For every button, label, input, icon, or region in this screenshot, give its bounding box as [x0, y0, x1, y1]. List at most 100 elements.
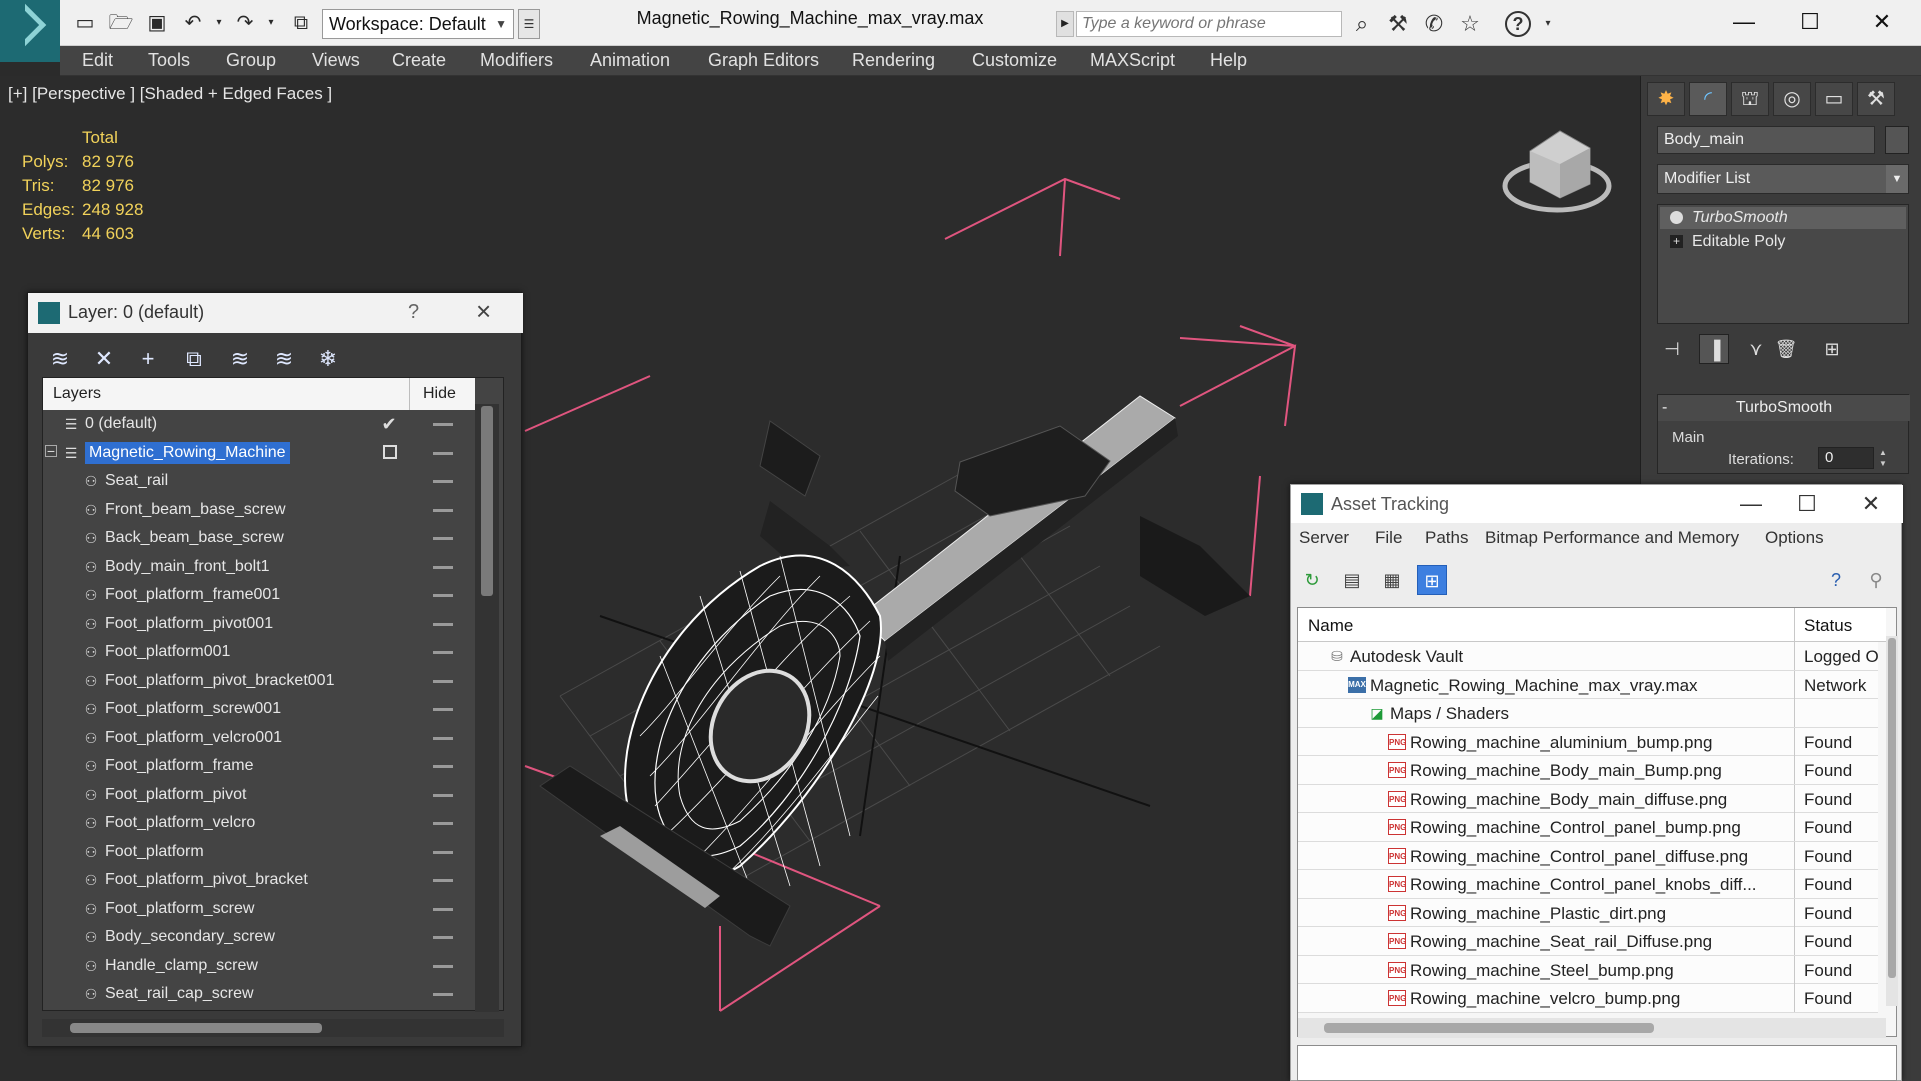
asset-row[interactable]: PNG Rowing_machine_Control_panel_bump.png… [1298, 813, 1878, 842]
scrollbar-thumb[interactable] [1888, 638, 1896, 978]
motion-tab-icon[interactable]: ◎ [1773, 82, 1811, 116]
list-view-icon[interactable]: ▤ [1337, 565, 1367, 595]
hide-toggle-icon[interactable] [433, 594, 453, 597]
scrollbar-thumb[interactable] [70, 1023, 322, 1033]
undo-icon[interactable]: ↶ [180, 10, 206, 36]
layer-row[interactable]: ⚇ Foot_platform_pivot [43, 781, 475, 810]
hide-toggle-icon[interactable] [433, 651, 453, 654]
redo-icon[interactable]: ↷ [232, 10, 258, 36]
hide-toggle-icon[interactable] [433, 622, 453, 626]
asset-menu-paths[interactable]: Paths [1425, 528, 1468, 548]
stack-item-editable-poly[interactable]: + Editable Poly [1660, 231, 1906, 253]
add-to-layer-icon[interactable]: + [132, 343, 164, 375]
asset-row[interactable]: PNG Rowing_machine_Body_main_diffuse.png F… [1298, 784, 1878, 813]
help-icon[interactable]: ? [408, 301, 419, 324]
show-end-result-icon[interactable]: ▐ [1699, 334, 1729, 364]
hide-toggle-icon[interactable] [433, 850, 453, 854]
binoculars-icon[interactable]: ⌕ [1348, 10, 1376, 38]
collapse-minus-icon[interactable]: − [45, 444, 57, 458]
minimize-icon[interactable]: — [1723, 487, 1779, 521]
hide-toggle-icon[interactable] [433, 793, 453, 797]
layer-row[interactable]: ⚇ Foot_platform_velcro001 [43, 724, 475, 753]
search-expand-icon[interactable]: ▶ [1056, 11, 1074, 37]
redo-dropdown-icon[interactable]: ▾ [258, 10, 284, 36]
make-active-layer-icon[interactable] [383, 444, 397, 459]
help-dropdown-icon[interactable]: ▾ [1534, 10, 1562, 38]
menu-views[interactable]: Views [312, 50, 360, 71]
close-icon[interactable]: ✕ [1852, 4, 1912, 40]
hide-toggle-icon[interactable] [433, 508, 453, 512]
communication-center-icon[interactable]: ✆ [1420, 10, 1448, 38]
hide-toggle-icon[interactable] [433, 993, 453, 996]
asset-menu-file[interactable]: File [1375, 528, 1402, 548]
column-name[interactable]: Name [1308, 616, 1353, 636]
asset-row[interactable]: ⛁ Autodesk Vault Logged Out [1298, 642, 1878, 671]
hide-toggle-icon[interactable] [433, 907, 453, 911]
menu-tools[interactable]: Tools [148, 50, 190, 71]
layer-row[interactable]: ⚇ Front_beam_base_screw [43, 496, 475, 525]
layer-row[interactable]: ⚇ Foot_platform_pivot001 [43, 610, 475, 639]
utilities-tab-icon[interactable]: ⚒ [1857, 82, 1895, 116]
asset-row[interactable]: PNG Rowing_machine_velcro_bump.png Found [1298, 984, 1878, 1013]
layer-row[interactable]: ⚇ Foot_platform_screw [43, 895, 475, 924]
layer-row[interactable]: ⚇ Foot_platform_frame [43, 752, 475, 781]
open-folder-icon[interactable]: 🗁 [108, 10, 134, 36]
asset-menu-options[interactable]: Options [1765, 528, 1824, 548]
pin-icon[interactable]: ⚲ [1861, 565, 1891, 595]
hide-toggle-icon[interactable] [433, 936, 453, 939]
active-layer-check-icon[interactable]: ✔ [381, 415, 397, 433]
hide-toggle-icon[interactable] [433, 736, 453, 740]
menu-rendering[interactable]: Rendering [852, 50, 935, 71]
asset-row[interactable]: PNG Rowing_machine_Seat_rail_Diffuse.png F… [1298, 927, 1878, 956]
wrench-icon[interactable]: ⚒ [1384, 10, 1412, 38]
new-file-icon[interactable]: ▭ [72, 10, 98, 36]
layer-row[interactable]: ⚇ Foot_platform001 [43, 638, 475, 667]
asset-row[interactable]: PNG Rowing_machine_Control_panel_knobs_di… [1298, 870, 1878, 899]
rollout-collapse-icon[interactable]: - [1662, 395, 1667, 421]
layer-row[interactable]: ⚇ Handle_clamp_screw [43, 952, 475, 981]
highlight-layer-icon[interactable]: ≋ [224, 343, 256, 375]
configure-modifier-sets-icon[interactable]: ⊞ [1817, 334, 1847, 364]
asset-row[interactable]: MAX Magnetic_Rowing_Machine_max_vray.max N… [1298, 670, 1878, 699]
menu-maxscript[interactable]: MAXScript [1090, 50, 1175, 71]
new-layer-icon[interactable]: ≋ [44, 343, 76, 375]
layer-row[interactable]: ⚇ Seat_rail [43, 467, 475, 496]
asset-vertical-scrollbar[interactable] [1886, 636, 1898, 1006]
modify-tab-icon[interactable]: ◜ [1689, 82, 1727, 116]
favorites-star-icon[interactable]: ☆ [1456, 10, 1484, 38]
workspace-menu-icon[interactable]: ☰ [518, 9, 540, 39]
maximize-icon[interactable]: ☐ [1780, 4, 1840, 40]
scrollbar-thumb[interactable] [1324, 1023, 1654, 1033]
asset-row[interactable]: PNG Rowing_machine_Steel_bump.png Found [1298, 955, 1878, 984]
hide-toggle-icon[interactable] [433, 708, 453, 711]
layer-row[interactable]: ⚇ Foot_platform_pivot_bracket001 [43, 667, 475, 696]
asset-horizontal-scrollbar[interactable] [1298, 1018, 1886, 1038]
menu-graph-editors[interactable]: Graph Editors [708, 50, 819, 71]
hide-toggle-icon[interactable] [433, 822, 453, 825]
layer-row[interactable]: ⚇ Foot_platform_pivot_bracket [43, 866, 475, 895]
help-icon[interactable]: ? [1821, 565, 1851, 595]
column-layers[interactable]: Layers [53, 385, 101, 403]
hierarchy-tab-icon[interactable]: ⛫ [1731, 82, 1769, 116]
search-input[interactable] [1076, 11, 1342, 37]
iterations-input[interactable]: 0 [1818, 447, 1874, 469]
freeze-all-layers-icon[interactable]: ❄ [312, 343, 344, 375]
create-tab-icon[interactable]: ✸ [1647, 82, 1685, 116]
rollout-title[interactable]: TurboSmooth [1658, 395, 1910, 421]
layer-row[interactable]: ⚇ Foot_platform_velcro [43, 809, 475, 838]
modifier-list-dropdown[interactable]: Modifier List ▼ [1657, 164, 1909, 194]
hide-toggle-icon[interactable] [433, 480, 453, 483]
menu-modifiers[interactable]: Modifiers [480, 50, 553, 71]
hide-toggle-icon[interactable] [433, 879, 453, 882]
workspace-dropdown[interactable]: Workspace: Default ▼ [322, 9, 514, 39]
asset-menu-server[interactable]: Server [1299, 528, 1349, 548]
column-hide[interactable]: Hide [423, 385, 456, 403]
thumbnail-view-icon[interactable]: ▦ [1377, 565, 1407, 595]
layer-row[interactable]: ⚇ Body_secondary_screw [43, 923, 475, 952]
layer-dialog-titlebar[interactable]: Layer: 0 (default) ? × [28, 293, 523, 333]
hide-toggle-icon[interactable] [433, 679, 453, 683]
hide-all-layers-icon[interactable]: ≋ [268, 343, 300, 375]
close-icon[interactable]: ✕ [1843, 487, 1899, 521]
hide-toggle-icon[interactable] [433, 565, 453, 569]
menu-help[interactable]: Help [1210, 50, 1247, 71]
